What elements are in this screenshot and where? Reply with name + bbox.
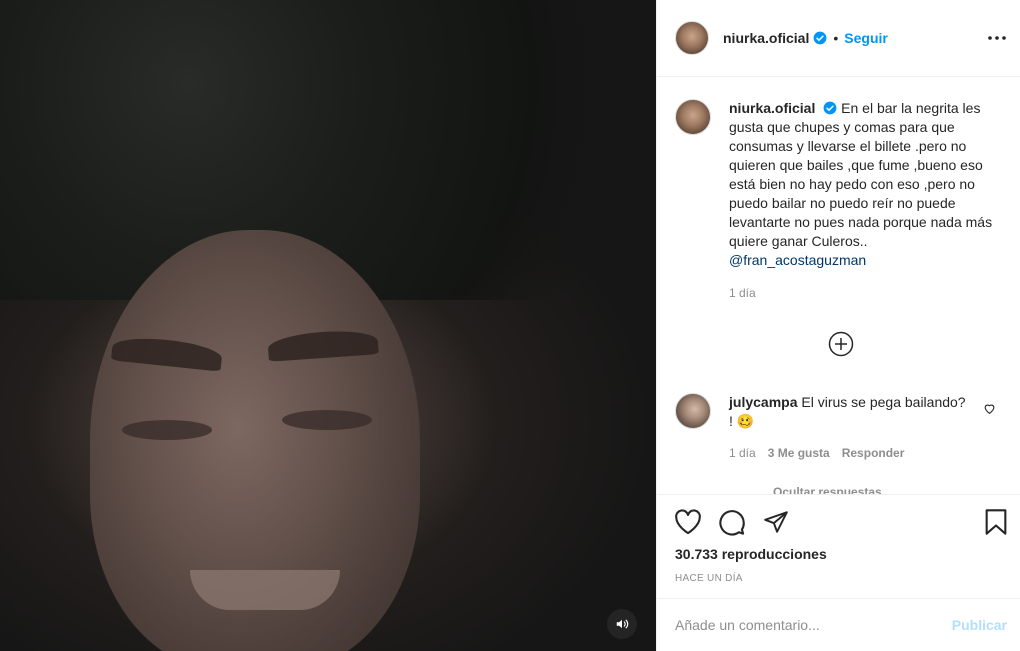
- post-side-panel: niurka.oficial • Seguir niurka.oficial E…: [656, 0, 1020, 651]
- author-username[interactable]: niurka.oficial: [723, 30, 809, 46]
- post-video[interactable]: [0, 0, 656, 651]
- caption-timestamp[interactable]: 1 día: [729, 284, 999, 303]
- verified-badge-icon: [813, 31, 827, 45]
- load-more-comments-icon[interactable]: [828, 331, 854, 357]
- commenter-avatar[interactable]: [675, 393, 711, 429]
- heart-icon[interactable]: [673, 507, 703, 537]
- comment-item: julycampa El virus se pega bailando? ! 🥴…: [675, 393, 1005, 463]
- volume-toggle-button[interactable]: [607, 609, 637, 639]
- reply-button[interactable]: Responder: [842, 444, 905, 463]
- video-frame-mouth: [190, 570, 340, 610]
- commenter-username[interactable]: julycampa: [729, 394, 797, 410]
- post-actions: 30.733 reproducciones HACE UN DÍA: [657, 494, 1020, 598]
- post-caption: niurka.oficial En el bar la negrita les …: [675, 99, 1005, 303]
- comment-like-heart-icon[interactable]: [983, 402, 997, 416]
- hide-replies-button[interactable]: Ocultar respuestas: [773, 485, 882, 494]
- post-time-ago[interactable]: HACE UN DÍA: [675, 573, 743, 584]
- comment-composer: Publicar: [657, 598, 1020, 651]
- views-count[interactable]: 30.733 reproducciones: [675, 546, 827, 562]
- bookmark-icon[interactable]: [981, 507, 1011, 537]
- video-frame-eye-left: [122, 420, 212, 440]
- comments-section[interactable]: niurka.oficial En el bar la negrita les …: [657, 77, 1020, 494]
- video-frame-eye-right: [282, 410, 372, 430]
- caption-body: niurka.oficial En el bar la negrita les …: [729, 99, 999, 303]
- comment-input[interactable]: [675, 617, 952, 633]
- comment-meta: 1 día 3 Me gusta Responder: [729, 444, 969, 463]
- comment-likes-count[interactable]: 3 Me gusta: [768, 444, 830, 463]
- separator-dot: •: [833, 30, 839, 46]
- more-options-icon[interactable]: [987, 28, 1007, 48]
- caption-text: En el bar la negrita les gusta que chupe…: [729, 100, 993, 249]
- comment-timestamp[interactable]: 1 día: [729, 444, 756, 463]
- caption-mention-link[interactable]: @fran_acostaguzman: [729, 252, 866, 268]
- comment-body: julycampa El virus se pega bailando? ! 🥴…: [729, 393, 969, 463]
- comment-icon[interactable]: [717, 507, 747, 537]
- caption-username[interactable]: niurka.oficial: [729, 100, 815, 116]
- views-label: reproducciones: [721, 546, 827, 562]
- views-number: 30.733: [675, 546, 718, 562]
- verified-badge-icon: [823, 101, 837, 115]
- share-icon[interactable]: [761, 507, 791, 537]
- follow-button[interactable]: Seguir: [844, 30, 888, 46]
- publish-button[interactable]: Publicar: [952, 617, 1007, 633]
- author-avatar[interactable]: [675, 21, 709, 55]
- volume-icon: [616, 619, 629, 629]
- post-header: niurka.oficial • Seguir: [657, 0, 1020, 77]
- caption-author-avatar[interactable]: [675, 99, 711, 135]
